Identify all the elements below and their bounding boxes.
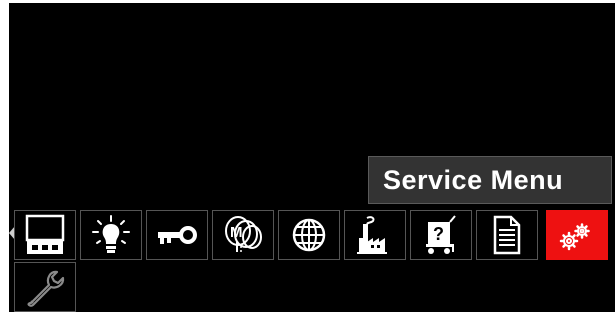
- gears-icon: [559, 223, 590, 251]
- factory-icon: [357, 216, 387, 254]
- wire-spools-icon: M: [225, 216, 262, 252]
- globe-icon: [292, 218, 326, 252]
- svg-text:M: M: [230, 224, 243, 241]
- menu-item-service-menu[interactable]: [546, 210, 608, 260]
- menu-item-lock[interactable]: [146, 210, 208, 260]
- menu-item-help[interactable]: ?: [410, 210, 472, 260]
- menu-item-brightness[interactable]: [80, 210, 142, 260]
- menu-item-information[interactable]: [476, 210, 538, 260]
- svg-text:?: ?: [433, 224, 444, 244]
- question-cart-icon: ?: [426, 215, 456, 254]
- menu-item-language[interactable]: [278, 210, 340, 260]
- display-icon: [25, 214, 65, 254]
- lightbulb-icon: [92, 215, 130, 253]
- menu-item-tools[interactable]: [14, 262, 76, 312]
- wrench-icon: [27, 270, 65, 307]
- selected-item-tooltip: Service Menu: [368, 156, 612, 204]
- menu-item-process[interactable]: M: [212, 210, 274, 260]
- menu-item-display[interactable]: [14, 210, 76, 260]
- key-icon: [158, 226, 197, 244]
- menu-item-factory-reset[interactable]: [344, 210, 406, 260]
- document-icon: [493, 215, 521, 255]
